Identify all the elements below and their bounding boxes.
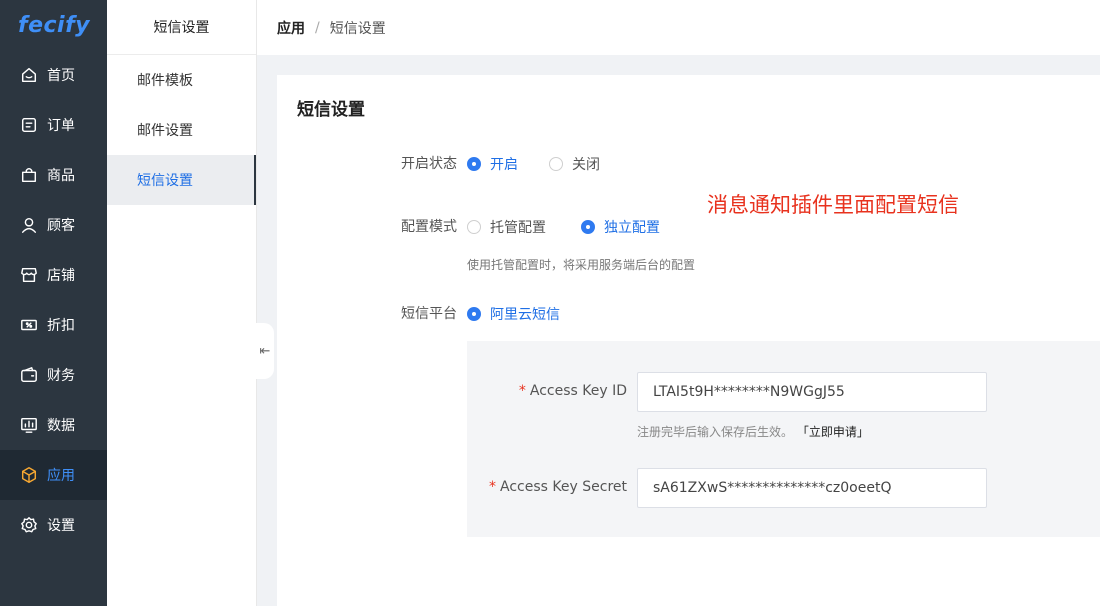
breadcrumb-apps[interactable]: 应用 (277, 18, 305, 38)
nav-item-store[interactable]: 店铺 (0, 250, 107, 300)
page-title: 短信设置 (297, 100, 365, 120)
submenu-item-email-template[interactable]: 邮件模板 (107, 55, 256, 105)
radio-unchecked-icon (467, 220, 481, 234)
nav-item-label: 设置 (47, 518, 75, 534)
submenu: 短信设置 邮件模板 邮件设置 短信设置 (107, 0, 257, 606)
access-key-panel: *Access Key ID 注册完毕后输入保存后生效。 「立即申请」 *Acc… (467, 341, 1100, 537)
radio-label: 独立配置 (604, 220, 660, 236)
mode-independent-radio[interactable]: 独立配置 (581, 217, 660, 237)
nav-item-home[interactable]: 首页 (0, 50, 107, 100)
radio-label: 开启 (490, 157, 518, 173)
submenu-item-email-settings[interactable]: 邮件设置 (107, 105, 256, 155)
nav-item-label: 首页 (47, 68, 75, 84)
main-nav: fecify 首页 订单 商品 顾客 店铺 折扣 财务 数据 应用 设置 (0, 0, 107, 606)
mode-label: 配置模式 (401, 219, 457, 235)
platform-label: 短信平台 (401, 306, 457, 322)
status-label: 开启状态 (401, 156, 457, 172)
logo[interactable]: fecify (0, 0, 107, 50)
radio-checked-icon (467, 307, 481, 321)
nav-item-customers[interactable]: 顾客 (0, 200, 107, 250)
breadcrumb-sms-settings: 短信设置 (329, 20, 386, 37)
status-on-radio[interactable]: 开启 (467, 154, 518, 174)
access-key-secret-label-text: Access Key Secret (500, 479, 627, 495)
mode-hint: 使用托管配置时，将采用服务端后台的配置 (467, 258, 696, 272)
platform-aliyun-radio[interactable]: 阿里云短信 (467, 304, 560, 324)
required-mark: * (518, 383, 526, 399)
breadcrumb-separator: / (315, 19, 320, 36)
key-hint-text: 注册完毕后输入保存后生效。 (637, 425, 794, 439)
discount-icon (21, 319, 37, 331)
collapse-icon: ⇤ (259, 343, 271, 359)
nav-item-finance[interactable]: 财务 (0, 350, 107, 400)
nav-item-label: 订单 (47, 118, 75, 134)
breadcrumb: 应用 / 短信设置 (257, 0, 1100, 55)
nav-item-apps[interactable]: 应用 (0, 450, 107, 500)
annotation-text: 消息通知插件里面配置短信 (707, 193, 959, 217)
access-key-id-label-text: Access Key ID (529, 383, 627, 399)
collapse-sidebar-button[interactable]: ⇤ (256, 323, 274, 379)
store-icon (21, 267, 37, 283)
key-hint: 注册完毕后输入保存后生效。 「立即申请」 (637, 423, 869, 440)
user-icon (21, 217, 37, 233)
settings-card: 短信设置 开启状态 开启 关闭 消息通知插件里面配置短信 配置模式 托管配置 独… (277, 75, 1100, 606)
access-key-secret-label: * Access Key Secret (467, 479, 627, 495)
access-key-id-input[interactable] (637, 372, 987, 412)
access-key-id-label: * Access Key ID (467, 383, 627, 399)
status-off-radio[interactable]: 关闭 (549, 154, 600, 174)
nav-item-label: 顾客 (47, 218, 75, 234)
box-icon (21, 467, 37, 483)
nav-item-data[interactable]: 数据 (0, 400, 107, 450)
bag-icon (21, 167, 37, 183)
nav-item-settings[interactable]: 设置 (0, 500, 107, 550)
chart-icon (21, 417, 37, 433)
home-icon (21, 67, 37, 83)
nav-item-label: 财务 (47, 368, 75, 384)
submenu-title: 短信设置 (107, 0, 256, 55)
logo-text: fecify (18, 12, 90, 38)
apply-now-link[interactable]: 「立即申请」 (797, 425, 869, 439)
radio-checked-icon (581, 220, 595, 234)
radio-checked-icon (467, 157, 481, 171)
order-icon (21, 117, 37, 133)
required-mark: * (489, 479, 497, 495)
nav-item-products[interactable]: 商品 (0, 150, 107, 200)
nav-item-discount[interactable]: 折扣 (0, 300, 107, 350)
radio-label: 关闭 (572, 157, 600, 173)
nav-item-label: 折扣 (47, 318, 75, 334)
nav-item-label: 数据 (47, 418, 75, 434)
nav-item-label: 应用 (47, 468, 75, 484)
nav-item-orders[interactable]: 订单 (0, 100, 107, 150)
nav-item-label: 商品 (47, 168, 75, 184)
radio-label: 阿里云短信 (490, 307, 560, 323)
nav-item-label: 店铺 (47, 268, 75, 284)
submenu-item-sms-settings[interactable]: 短信设置 (107, 155, 256, 205)
mode-hosted-radio[interactable]: 托管配置 (467, 217, 546, 237)
access-key-secret-input[interactable] (637, 468, 987, 508)
gear-icon (21, 517, 37, 533)
wallet-icon (21, 367, 37, 383)
radio-label: 托管配置 (490, 220, 546, 236)
radio-unchecked-icon (549, 157, 563, 171)
